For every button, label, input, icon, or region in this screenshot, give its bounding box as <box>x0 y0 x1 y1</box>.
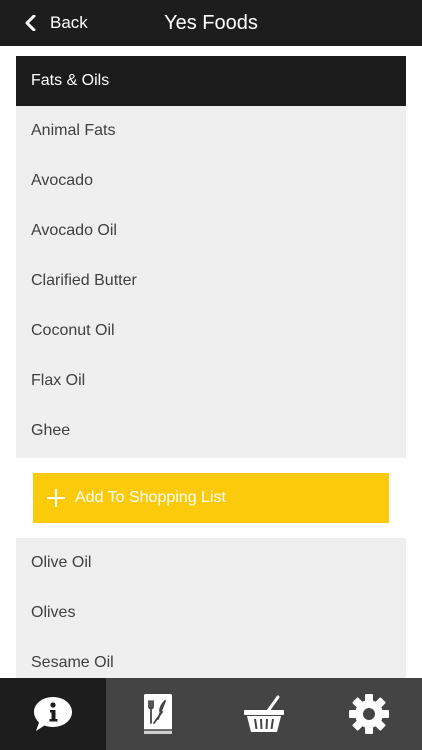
tab-recipes[interactable] <box>106 678 212 750</box>
yes-foods-screen: Back Yes Foods Fats & Oils Animal Fats A… <box>0 0 422 750</box>
tab-settings[interactable] <box>317 678 422 750</box>
list-item-sesame-oil[interactable]: Sesame Oil <box>16 638 406 678</box>
tab-shopping-list[interactable] <box>211 678 317 750</box>
list-item-olives[interactable]: Olives <box>16 588 406 638</box>
back-button[interactable]: Back <box>24 0 88 46</box>
list-item-avocado-oil[interactable]: Avocado Oil <box>16 206 406 256</box>
food-list: Fats & Oils Animal Fats Avocado Avocado … <box>16 56 406 678</box>
list-item-olive-oil[interactable]: Olive Oil <box>16 538 406 588</box>
list-item-avocado[interactable]: Avocado <box>16 156 406 206</box>
section-header-fats-oils: Fats & Oils <box>16 56 406 106</box>
list-item-ghee[interactable]: Ghee <box>16 406 406 456</box>
tab-bar <box>0 678 422 750</box>
shopping-basket-icon <box>243 695 284 732</box>
info-speech-bubble-icon <box>33 697 72 731</box>
add-to-shopping-list-button[interactable]: Add To Shopping List <box>33 473 389 523</box>
back-label: Back <box>50 13 88 32</box>
list-item-coconut-oil[interactable]: Coconut Oil <box>16 306 406 356</box>
add-to-shopping-list-label: Add To Shopping List <box>75 489 226 506</box>
tab-info[interactable] <box>0 678 106 750</box>
list-item-animal-fats[interactable]: Animal Fats <box>16 106 406 156</box>
plus-icon <box>47 489 65 507</box>
header-bar: Back Yes Foods <box>0 0 422 46</box>
chevron-left-icon <box>25 15 36 31</box>
list-item-clarified-butter[interactable]: Clarified Butter <box>16 256 406 306</box>
gear-icon <box>349 694 390 734</box>
ghee-action-panel: Add To Shopping List <box>16 458 406 538</box>
list-item-flax-oil[interactable]: Flax Oil <box>16 356 406 406</box>
recipe-book-icon <box>144 694 173 734</box>
